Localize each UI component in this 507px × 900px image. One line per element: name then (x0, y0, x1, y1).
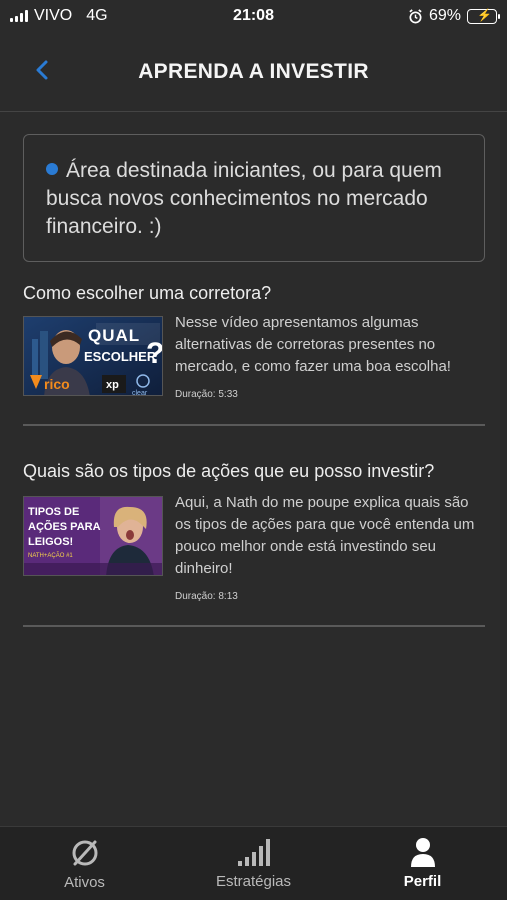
chevron-left-icon (36, 60, 48, 80)
video-duration: Duração: 5:33 (175, 389, 238, 400)
svg-text:QUAL: QUAL (88, 326, 140, 345)
carrier-label: VIVO (34, 7, 73, 24)
alarm-icon (409, 8, 422, 23)
video-duration: Duração: 8:13 (175, 591, 238, 602)
svg-text:?: ? (146, 337, 163, 370)
status-right: 69% ⚡ (408, 7, 500, 25)
battery-icon: ⚡ (467, 8, 500, 24)
bars-icon (237, 839, 270, 866)
svg-text:clear: clear (132, 390, 148, 396)
svg-text:xp: xp (106, 379, 119, 391)
nav-header: APRENDA A INVESTIR (0, 32, 507, 112)
info-box: Área destinada iniciantes, ou para quem … (23, 134, 485, 262)
svg-text:rico: rico (44, 376, 70, 392)
video-title: Como escolher uma corretora? (23, 283, 272, 303)
info-text: Área destinada iniciantes, ou para quem … (46, 159, 442, 238)
battery-percent: 69% (428, 7, 461, 24)
video-thumbnail[interactable]: QUAL ESCOLHER ? rico xp clear (23, 316, 163, 396)
divider (23, 424, 485, 426)
info-icon (46, 163, 58, 175)
video-thumbnail-image: TIPOS DE AÇÕES PARA LEIGOS! NATH+AÇÃO #1 (24, 497, 162, 575)
tab-label: Perfil (403, 873, 442, 890)
svg-text:TIPOS DE: TIPOS DE (28, 506, 79, 518)
page-title: APRENDA A INVESTIR (138, 59, 369, 83)
tab-estrategias[interactable]: Estratégias (169, 837, 338, 890)
divider (23, 625, 485, 627)
video-item[interactable]: TIPOS DE AÇÕES PARA LEIGOS! NATH+AÇÃO #1… (23, 494, 485, 602)
status-bar: VIVO 4G 21:08 69% ⚡ (0, 0, 507, 32)
video-description: Nesse vídeo apresentamos algumas alterna… (175, 314, 451, 375)
status-left: VIVO 4G (10, 7, 108, 25)
video-title: Quais são os tipos de ações que eu posso… (23, 461, 435, 481)
video-thumbnail[interactable]: TIPOS DE AÇÕES PARA LEIGOS! NATH+AÇÃO #1 (23, 496, 163, 576)
tab-bar: Ativos Estratégias Perfil (0, 826, 507, 900)
ativos-icon (72, 840, 97, 866)
video-thumbnail-image: QUAL ESCOLHER ? rico xp clear (24, 317, 163, 396)
signal-icon (10, 10, 28, 22)
back-button[interactable] (30, 56, 54, 84)
tab-perfil[interactable]: Perfil (338, 837, 507, 890)
tab-label: Estratégias (215, 873, 292, 890)
tab-label: Ativos (64, 874, 105, 891)
video-description: Aqui, a Nath do me poupe explica quais s… (175, 494, 475, 577)
svg-text:AÇÕES PARA: AÇÕES PARA (28, 520, 101, 533)
svg-text:NATH+AÇÃO #1: NATH+AÇÃO #1 (28, 552, 73, 559)
network-label: 4G (86, 7, 108, 24)
video-item[interactable]: QUAL ESCOLHER ? rico xp clear Nesse víde… (23, 314, 485, 416)
svg-text:LEIGOS!: LEIGOS! (28, 536, 73, 548)
tab-ativos[interactable]: Ativos (0, 836, 169, 891)
user-icon (410, 838, 435, 867)
status-time: 21:08 (233, 7, 274, 24)
